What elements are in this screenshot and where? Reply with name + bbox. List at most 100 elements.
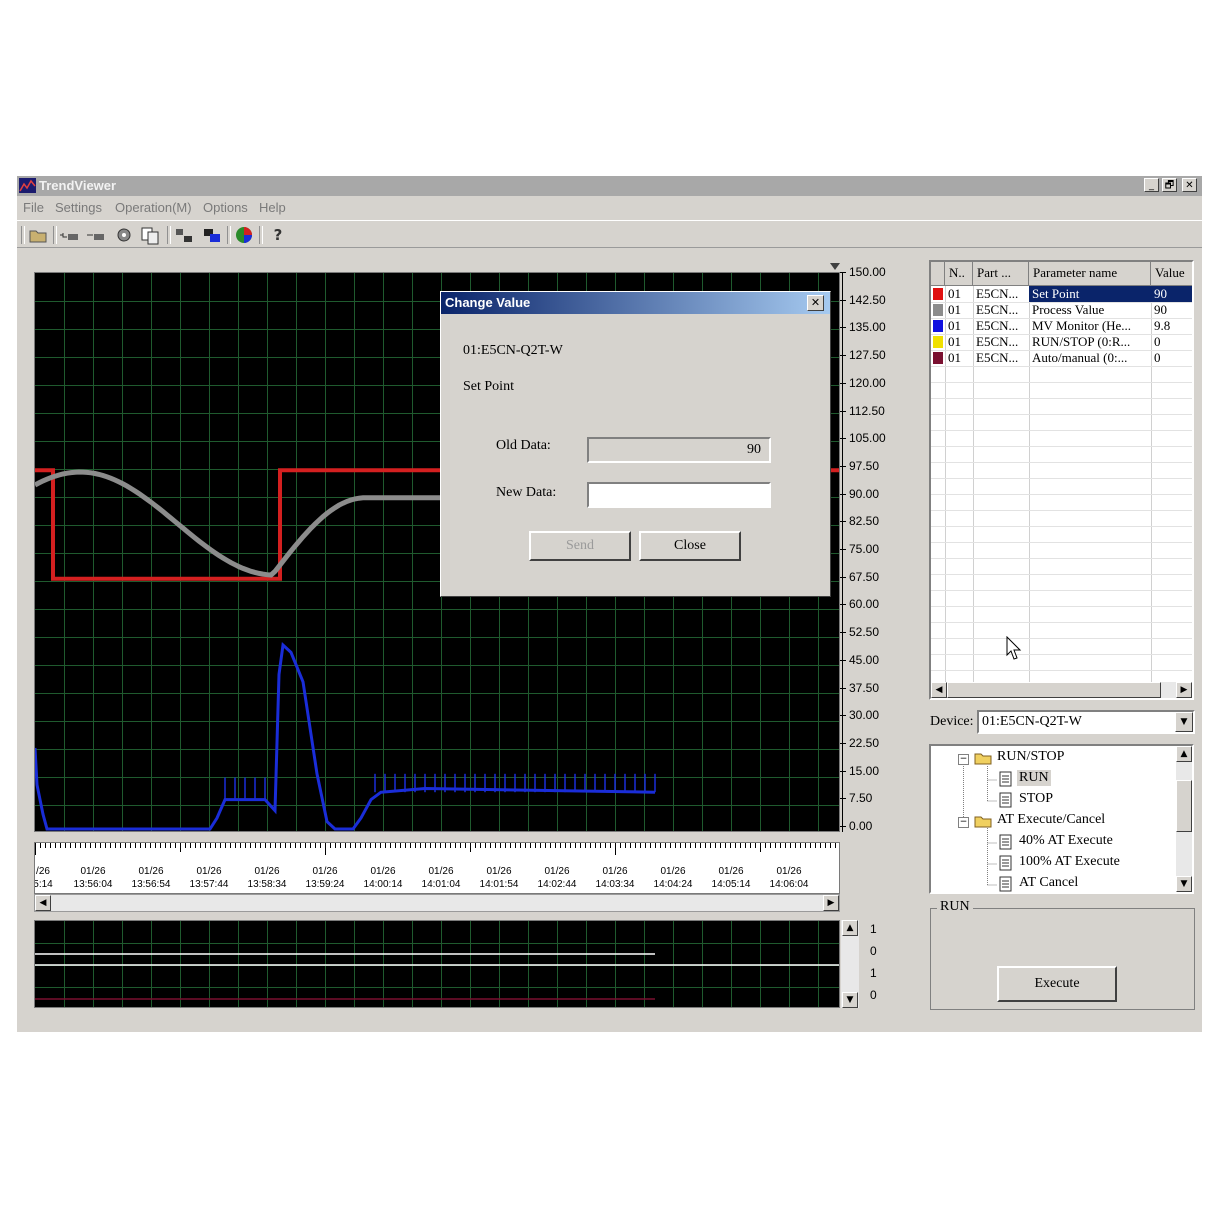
dialog-title-bar[interactable]: Change Value ✕: [441, 292, 830, 314]
y-tick-label: 82.50: [849, 514, 880, 528]
time-label-time: 13:58:34: [247, 879, 287, 890]
grid-header-part[interactable]: Part ...: [973, 262, 1029, 286]
toolbar-separator: [167, 226, 171, 244]
scroll-down-icon[interactable]: ▼: [842, 992, 858, 1008]
dialog-title: Change Value: [445, 295, 531, 310]
tree-node-at-cancel[interactable]: AT Cancel: [1019, 875, 1078, 891]
parameter-row[interactable]: 01 E5CN... MV Monitor (He... 9.8: [931, 318, 1192, 334]
collapse-icon[interactable]: −: [958, 754, 969, 765]
grid-scroll-right-icon[interactable]: ▶: [1176, 682, 1192, 698]
help-icon[interactable]: ?: [267, 224, 289, 246]
y-tick: [840, 438, 846, 439]
time-label-date: 01/26: [138, 866, 164, 877]
grid-horizontal-scrollbar[interactable]: ◀ ▶: [931, 682, 1192, 698]
scale-marker-icon[interactable]: [829, 262, 841, 272]
close-button[interactable]: ✕: [1182, 178, 1197, 192]
minimize-button[interactable]: _: [1144, 178, 1159, 192]
dialog-parameter: Set Point: [463, 379, 514, 394]
chevron-down-icon[interactable]: ▼: [1175, 712, 1193, 732]
digital-label-1b: 1: [870, 966, 877, 980]
cell-no: 01: [948, 350, 961, 365]
time-label-time: 14:03:34: [595, 879, 635, 890]
time-label-date: 01/26: [254, 866, 280, 877]
series-color-swatch: [933, 304, 943, 316]
time-label: 01/26 14:00:14: [353, 865, 413, 891]
time-label-time: 14:01:54: [479, 879, 519, 890]
y-tick-label: 150.00: [849, 265, 886, 279]
cell-value: 0: [1154, 334, 1161, 349]
time-label: 01/26 13:56:54: [121, 865, 181, 891]
window-title: TrendViewer: [39, 178, 117, 193]
menu-options[interactable]: Options: [203, 200, 248, 215]
menu-file[interactable]: File: [23, 200, 44, 215]
tree-scroll-thumb[interactable]: [1176, 780, 1192, 832]
trend-horizontal-scrollbar[interactable]: ◀ ▶: [34, 894, 840, 912]
parameter-row[interactable]: 01 E5CN... Auto/manual (0:... 0: [931, 350, 1192, 366]
run-group-label: RUN: [937, 899, 973, 915]
time-label-date: 01/26: [370, 866, 396, 877]
tree-node-stop[interactable]: STOP: [1019, 791, 1053, 807]
y-tick-label: 67.50: [849, 570, 880, 584]
color-icon[interactable]: [233, 224, 255, 246]
parameter-row[interactable]: 01 E5CN... Set Point 90: [931, 286, 1192, 302]
parameter-row[interactable]: 01 E5CN... Process Value 90: [931, 302, 1192, 318]
cell-value: 0: [1154, 350, 1161, 365]
grid-scroll-left-icon[interactable]: ◀: [931, 682, 947, 698]
remove-icon[interactable]: [85, 224, 107, 246]
digital-plot-scrollbar[interactable]: ▲ ▼: [841, 920, 859, 1008]
overlay-icon[interactable]: [201, 224, 223, 246]
time-label-date: 01/26: [602, 866, 628, 877]
digital-signal-plot: [34, 920, 840, 1008]
scroll-left-icon[interactable]: ◀: [35, 895, 51, 911]
new-data-input[interactable]: [587, 482, 771, 508]
y-tick: [840, 771, 846, 772]
grid-scroll-thumb[interactable]: [947, 682, 1161, 698]
y-tick-label: 30.00: [849, 708, 880, 722]
cell-parameter-name: Set Point: [1029, 286, 1151, 302]
tree-node-run[interactable]: RUN: [1017, 770, 1051, 786]
grid-header-value[interactable]: Value: [1151, 262, 1192, 286]
tree-vertical-scrollbar[interactable]: ▲ ▼: [1176, 746, 1192, 892]
time-label: 01/26 13:58:34: [237, 865, 297, 891]
scroll-up-icon[interactable]: ▲: [842, 920, 858, 936]
open-folder-icon[interactable]: [27, 224, 49, 246]
device-select[interactable]: 01:E5CN-Q2T-W ▼: [977, 710, 1195, 734]
title-bar[interactable]: TrendViewer _ 🗗 ✕: [17, 176, 1202, 196]
time-label: 01/26 14:06:04: [759, 865, 819, 891]
tree-node-run-stop[interactable]: RUN/STOP: [997, 749, 1064, 765]
dialog-close-icon[interactable]: ✕: [807, 295, 824, 311]
menu-operation[interactable]: Operation(M): [115, 200, 192, 215]
grid-header-no[interactable]: N..: [945, 262, 973, 286]
time-label-time: 14:05:14: [711, 879, 751, 890]
tree-node-at100[interactable]: 100% AT Execute: [1019, 854, 1120, 870]
folder-icon: [974, 816, 992, 828]
cell-value: 90: [1151, 286, 1192, 302]
device-select-value: 01:E5CN-Q2T-W: [982, 714, 1082, 729]
execute-button[interactable]: Execute: [997, 966, 1117, 1002]
tree-node-at40[interactable]: 40% AT Execute: [1019, 833, 1113, 849]
connect-icon[interactable]: [173, 224, 195, 246]
grid-header-name[interactable]: Parameter name: [1029, 262, 1151, 286]
restore-button[interactable]: 🗗: [1162, 178, 1177, 192]
scroll-right-icon[interactable]: ▶: [823, 895, 839, 911]
tree-node-at-execute-cancel[interactable]: AT Execute/Cancel: [997, 812, 1105, 828]
menu-settings[interactable]: Settings: [55, 200, 102, 215]
copy-icon[interactable]: [139, 224, 161, 246]
tree-scroll-down-icon[interactable]: ▼: [1176, 876, 1192, 892]
send-button[interactable]: Send: [529, 531, 631, 561]
parameter-row[interactable]: 01 E5CN... RUN/STOP (0:R... 0: [931, 334, 1192, 350]
y-tick-label: 0.00: [849, 819, 873, 833]
tree-scroll-up-icon[interactable]: ▲: [1176, 746, 1192, 762]
cell-no: 01: [948, 318, 961, 333]
menu-help[interactable]: Help: [259, 200, 286, 215]
collapse-icon[interactable]: −: [958, 817, 969, 828]
settings-icon[interactable]: [113, 224, 135, 246]
y-tick: [840, 300, 846, 301]
add-icon[interactable]: [59, 224, 81, 246]
time-axis: /26 5:14 01/26 13:56:04 01/26 13:56:54 01/26 13…: [34, 842, 840, 894]
document-icon: [999, 771, 1012, 787]
close-dialog-button[interactable]: Close: [639, 531, 741, 561]
document-icon: [999, 876, 1012, 892]
time-label-time: 14:00:14: [363, 879, 403, 890]
time-label-date: 01/26: [196, 866, 222, 877]
